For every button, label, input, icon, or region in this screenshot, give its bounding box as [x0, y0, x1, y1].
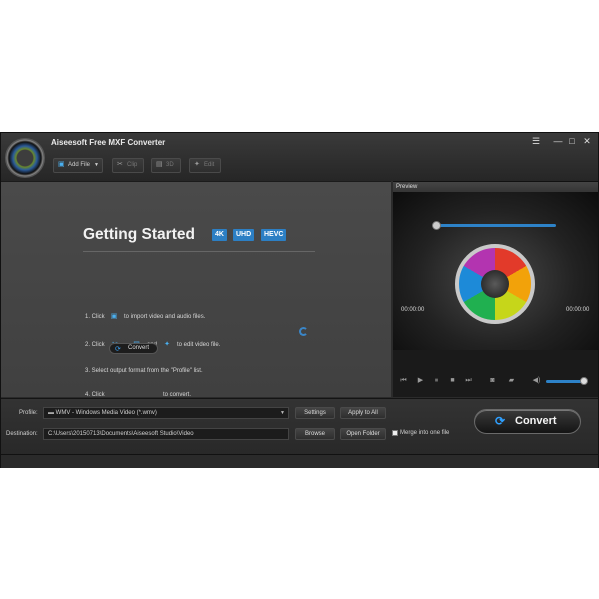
aiseesoft-logo-icon [455, 244, 535, 324]
add-file-button[interactable]: ▣ Add File ▼ [53, 158, 103, 173]
merge-checkbox[interactable] [392, 430, 398, 436]
play-icon[interactable]: ▶ [416, 376, 425, 385]
volume-icon[interactable]: ◀) [532, 376, 541, 385]
getting-started-title: Getting Started [83, 226, 195, 243]
convert-icon: ⟳ [115, 346, 121, 353]
preview-viewport [393, 192, 598, 350]
destination-label: Destination: [6, 431, 38, 437]
profile-value: WMV - Windows Media Video (*.wmv) [55, 410, 157, 416]
profile-select[interactable]: ▬ WMV - Windows Media Video (*.wmv) ▼ [43, 407, 289, 419]
wmv-icon: ▬ [48, 410, 56, 416]
badge-4k: 4K [212, 229, 227, 241]
app-title: Aiseesoft Free MXF Converter [51, 138, 166, 147]
apply-to-all-button[interactable]: Apply to All [340, 407, 386, 419]
step3-text: 3. Select output format from the "Profil… [85, 368, 203, 374]
convert-button[interactable]: ⟳ Convert [474, 409, 581, 434]
clip-label: Clip [127, 162, 138, 168]
add-file-icon: ▣ [110, 313, 118, 320]
feedback-icon[interactable]: ☰ [530, 136, 542, 147]
minimize-icon[interactable]: — [552, 136, 564, 147]
status-strip [1, 454, 598, 468]
destination-field[interactable]: C:\Users\20150713\Documents\Aiseesoft St… [43, 428, 289, 440]
previous-icon[interactable]: ⏮ [399, 376, 408, 385]
edit-icon: ✦ [164, 341, 170, 348]
volume-handle[interactable] [580, 377, 588, 385]
3d-button[interactable]: ▤ 3D [151, 158, 181, 173]
settings-button[interactable]: Settings [295, 407, 335, 419]
step2-prefix: 2. Click [85, 342, 105, 348]
convert-label: Convert [515, 415, 557, 427]
step4-convert-button: ⟳ Convert [109, 343, 158, 354]
seek-bar[interactable] [436, 224, 556, 227]
chevron-down-icon[interactable]: ▼ [94, 159, 99, 172]
clip-button[interactable]: ✂ Clip [112, 158, 144, 173]
edit-button[interactable]: ✦ Edit [189, 158, 221, 173]
time-current: 00:00:00 [401, 307, 425, 313]
step2-suffix: to edit video file. [177, 342, 221, 348]
step1-prefix: 1. Click [85, 314, 105, 320]
3d-icon: ▤ [156, 161, 163, 168]
badge-hevc: HEVC [261, 229, 287, 241]
close-icon[interactable]: ✕ [581, 136, 593, 147]
app-logo [5, 138, 45, 178]
snapshot-icon[interactable]: ◙ [488, 376, 497, 385]
scissors-icon: ✂ [117, 161, 123, 168]
title-bar: Aiseesoft Free MXF Converter ☰ — □ ✕ ▣ A… [1, 133, 598, 181]
folder-icon[interactable]: ▰ [507, 376, 516, 385]
preview-panel: Preview [393, 181, 598, 397]
add-file-label: Add File [68, 162, 91, 168]
3d-label: 3D [166, 162, 174, 168]
seek-handle[interactable] [432, 221, 441, 230]
open-folder-button[interactable]: Open Folder [340, 428, 386, 440]
step1-suffix: to import video and audio files. [124, 314, 206, 320]
loading-spinner-icon [299, 327, 308, 336]
edit-label: Edit [204, 162, 215, 168]
badge-uhd: UHD [233, 229, 255, 241]
getting-started-panel: Getting Started 4K UHD HEVC 1. Click ▣ t… [1, 181, 391, 398]
pause-icon[interactable]: ⏸ [432, 376, 441, 385]
time-total: 00:00:00 [566, 307, 590, 313]
divider [83, 251, 315, 252]
preview-header: Preview [393, 182, 598, 192]
convert-icon: ⟳ [495, 414, 506, 428]
profile-label: Profile: [19, 410, 38, 416]
next-icon[interactable]: ⏭ [464, 376, 473, 385]
edit-icon: ✦ [194, 161, 200, 168]
add-file-icon: ▣ [58, 161, 65, 168]
stop-icon[interactable]: ■ [448, 376, 457, 385]
browse-button[interactable]: Browse [295, 428, 335, 440]
chevron-down-icon[interactable]: ▼ [280, 408, 285, 418]
maximize-icon[interactable]: □ [566, 136, 578, 147]
step4-button-label: Convert [128, 345, 150, 351]
merge-label: Merge into one file [400, 430, 450, 436]
